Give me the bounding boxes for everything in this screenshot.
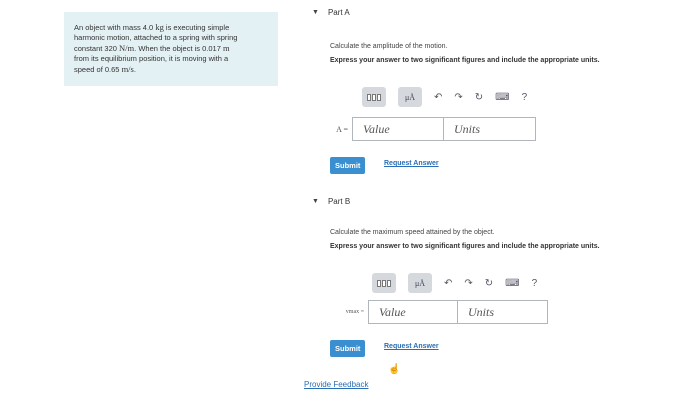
submit-button[interactable]: Submit bbox=[330, 340, 366, 357]
units-button[interactable]: μÅ bbox=[398, 87, 422, 107]
provide-feedback-link[interactable]: Provide Feedback bbox=[304, 380, 368, 389]
templates-button[interactable] bbox=[362, 87, 386, 107]
help-icon[interactable]: ? bbox=[532, 278, 538, 289]
value-input[interactable]: Value bbox=[352, 117, 444, 141]
part-a-header[interactable]: ▼ Part A bbox=[312, 8, 350, 17]
variable-label: A = bbox=[336, 124, 348, 134]
submit-button[interactable]: Submit bbox=[330, 157, 366, 174]
part-b-toolbar: μÅ ↶ ↷ ↻ ⌨ ? bbox=[372, 272, 537, 294]
request-answer-link[interactable]: Request Answer bbox=[384, 160, 439, 167]
part-a-question: Calculate the amplitude of the motion. bbox=[330, 43, 448, 50]
undo-icon[interactable]: ↶ bbox=[434, 92, 442, 103]
templates-button[interactable] bbox=[372, 273, 396, 293]
part-b-header[interactable]: ▼ Part B bbox=[312, 197, 350, 206]
variable-label: vmax = bbox=[345, 309, 364, 315]
keyboard-icon[interactable]: ⌨ bbox=[505, 278, 519, 289]
request-answer-link[interactable]: Request Answer bbox=[384, 343, 439, 350]
undo-icon[interactable]: ↶ bbox=[444, 278, 452, 289]
templates-icon bbox=[377, 279, 391, 287]
templates-icon bbox=[367, 93, 381, 101]
keyboard-icon[interactable]: ⌨ bbox=[495, 92, 509, 103]
reset-icon[interactable]: ↻ bbox=[475, 92, 483, 103]
part-a-answer-row: A = Value Units bbox=[326, 117, 536, 141]
part-b-question: Calculate the maximum speed attained by … bbox=[330, 229, 495, 236]
part-a-instruction: Express your answer to two significant f… bbox=[330, 57, 600, 64]
units-input[interactable]: Units bbox=[458, 300, 548, 324]
part-b-instruction: Express your answer to two significant f… bbox=[330, 243, 600, 250]
units-input[interactable]: Units bbox=[444, 117, 536, 141]
part-a-toolbar: μÅ ↶ ↷ ↻ ⌨ ? bbox=[362, 86, 527, 108]
collapse-caret-icon[interactable]: ▼ bbox=[312, 198, 319, 205]
value-input[interactable]: Value bbox=[368, 300, 458, 324]
reset-icon[interactable]: ↻ bbox=[485, 278, 493, 289]
redo-icon[interactable]: ↷ bbox=[454, 92, 462, 103]
pointer-cursor-icon: ☝ bbox=[388, 364, 401, 375]
units-button[interactable]: μÅ bbox=[408, 273, 432, 293]
help-icon[interactable]: ? bbox=[522, 92, 528, 103]
part-b-answer-row: vmax = Value Units bbox=[336, 300, 548, 324]
collapse-caret-icon[interactable]: ▼ bbox=[312, 9, 319, 16]
redo-icon[interactable]: ↷ bbox=[464, 278, 472, 289]
problem-statement: An object with mass 4.0 kg is executing … bbox=[64, 12, 278, 86]
